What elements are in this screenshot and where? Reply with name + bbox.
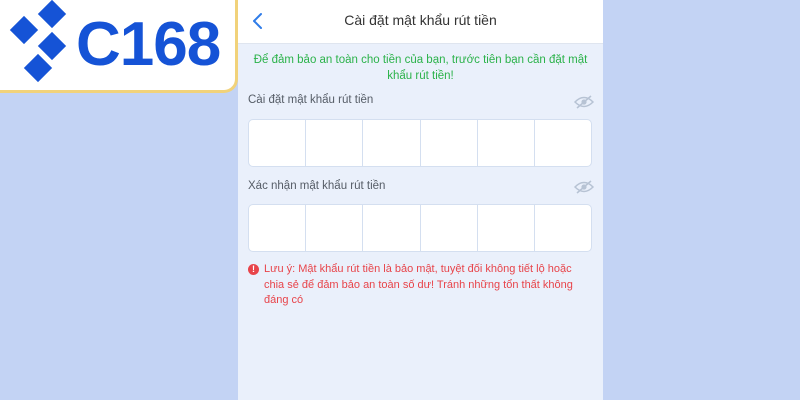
pin-digit-box[interactable] <box>535 120 591 166</box>
brand-logo: C168 <box>0 0 238 93</box>
chevron-left-icon <box>253 13 262 29</box>
pin-digit-box[interactable] <box>421 120 478 166</box>
pin-digit-box[interactable] <box>363 205 421 251</box>
confirm-password-label: Xác nhận mật khẩu rút tiền <box>248 180 386 192</box>
set-password-label: Cài đặt mật khẩu rút tiền <box>248 94 374 106</box>
eye-off-icon <box>573 180 595 194</box>
diamond-logo-icon <box>9 0 67 83</box>
toggle-visibility-button[interactable] <box>573 180 595 194</box>
confirm-password-pin-input[interactable] <box>248 204 592 252</box>
pin-digit-box[interactable] <box>478 205 535 251</box>
pin-digit-box[interactable] <box>535 205 591 251</box>
security-notice: Để đảm bảo an toàn cho tiền của bạn, trư… <box>253 54 588 82</box>
pin-digit-box[interactable] <box>306 120 364 166</box>
top-bar: Cài đặt mật khẩu rút tiền <box>238 0 603 44</box>
pin-digit-box[interactable] <box>306 205 364 251</box>
set-password-pin-input[interactable] <box>248 119 592 167</box>
logo-wordmark: C168 <box>76 10 221 79</box>
eye-off-icon <box>573 95 595 109</box>
pin-digit-box[interactable] <box>421 205 478 251</box>
pin-digit-box[interactable] <box>249 120 307 166</box>
back-button[interactable] <box>248 9 268 33</box>
mobile-screen: Cài đặt mật khẩu rút tiền Để đảm bảo an … <box>238 0 603 400</box>
warning-text: Lưu ý: Mật khẩu rút tiền là bảo mật, tuy… <box>264 263 573 306</box>
toggle-visibility-button[interactable] <box>573 95 595 109</box>
pin-digit-box[interactable] <box>478 120 535 166</box>
warning-message: ! Lưu ý: Mật khẩu rút tiền là bảo mật, t… <box>248 262 589 309</box>
pin-digit-box[interactable] <box>363 120 421 166</box>
alert-circle-icon: ! <box>248 264 259 275</box>
page-title: Cài đặt mật khẩu rút tiền <box>344 12 497 28</box>
pin-digit-box[interactable] <box>249 205 307 251</box>
